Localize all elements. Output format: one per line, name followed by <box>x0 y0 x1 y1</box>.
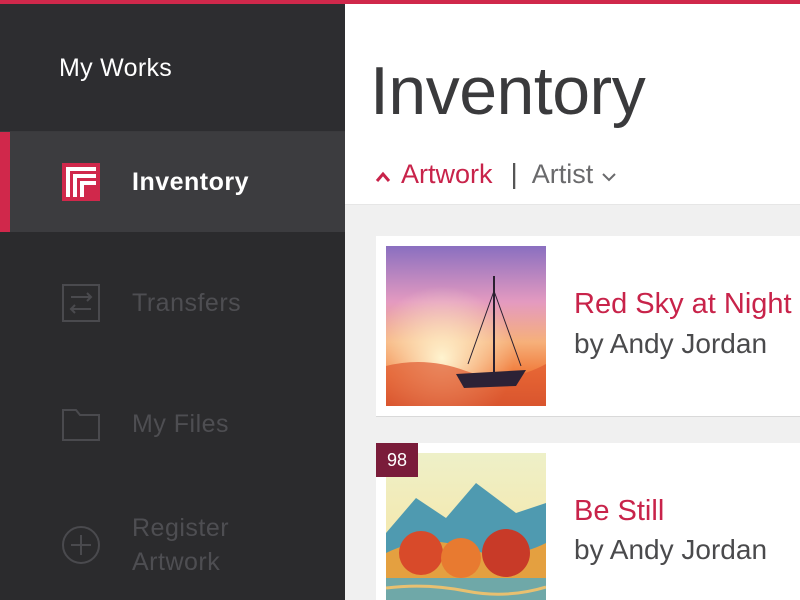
sidebar-item-register-artwork[interactable]: Register Artwork <box>0 495 345 595</box>
artwork-artist: by Andy Jordan <box>574 328 768 359</box>
artwork-title[interactable]: Red Sky at Night <box>574 288 792 321</box>
sidebar-item-label: My Files <box>132 409 230 438</box>
sort-artwork-label: Artwork <box>401 158 493 189</box>
plus-circle-icon <box>61 525 101 565</box>
sidebar-item-label: Inventory <box>132 167 250 196</box>
inventory-icon <box>61 162 101 202</box>
artwork-title[interactable]: Be Still <box>574 495 664 528</box>
main-content: Inventory Artwork | Artist Red Sky at Ni… <box>345 0 800 600</box>
chevron-up-icon <box>375 159 391 190</box>
top-accent-bar <box>0 0 800 4</box>
page-title: Inventory <box>370 53 646 129</box>
sidebar-item-my-files[interactable]: My Files <box>0 374 345 474</box>
sidebar-header[interactable]: My Works <box>0 0 345 132</box>
sidebar-item-transfers[interactable]: Transfers <box>0 253 345 353</box>
sidebar-item-label: Transfers <box>132 288 242 317</box>
artwork-artist: by Andy Jordan <box>574 534 768 565</box>
artwork-card[interactable]: 98 Be Still by Andy Jordan <box>376 443 800 600</box>
sort-artwork-button[interactable]: Artwork <box>375 159 493 190</box>
main-header: Inventory Artwork | Artist <box>345 0 800 205</box>
sort-artist-button[interactable]: Artist <box>532 159 618 190</box>
sort-bar: Artwork | Artist <box>375 158 617 190</box>
transfers-icon <box>61 283 101 323</box>
artwork-card[interactable]: Red Sky at Night by Andy Jordan <box>376 236 800 417</box>
sidebar-title: My Works <box>59 54 173 82</box>
sort-separator: | <box>510 158 518 189</box>
chevron-down-icon <box>601 159 617 190</box>
sort-artist-label: Artist <box>531 158 594 189</box>
count-badge: 98 <box>376 443 418 477</box>
folder-icon <box>61 404 101 444</box>
sidebar: My Works Inventory Transfers My Files Re… <box>0 0 345 600</box>
sidebar-item-inventory[interactable]: Inventory <box>0 132 345 232</box>
artwork-thumbnail <box>386 246 546 406</box>
sidebar-item-label: Register Artwork <box>132 514 230 576</box>
